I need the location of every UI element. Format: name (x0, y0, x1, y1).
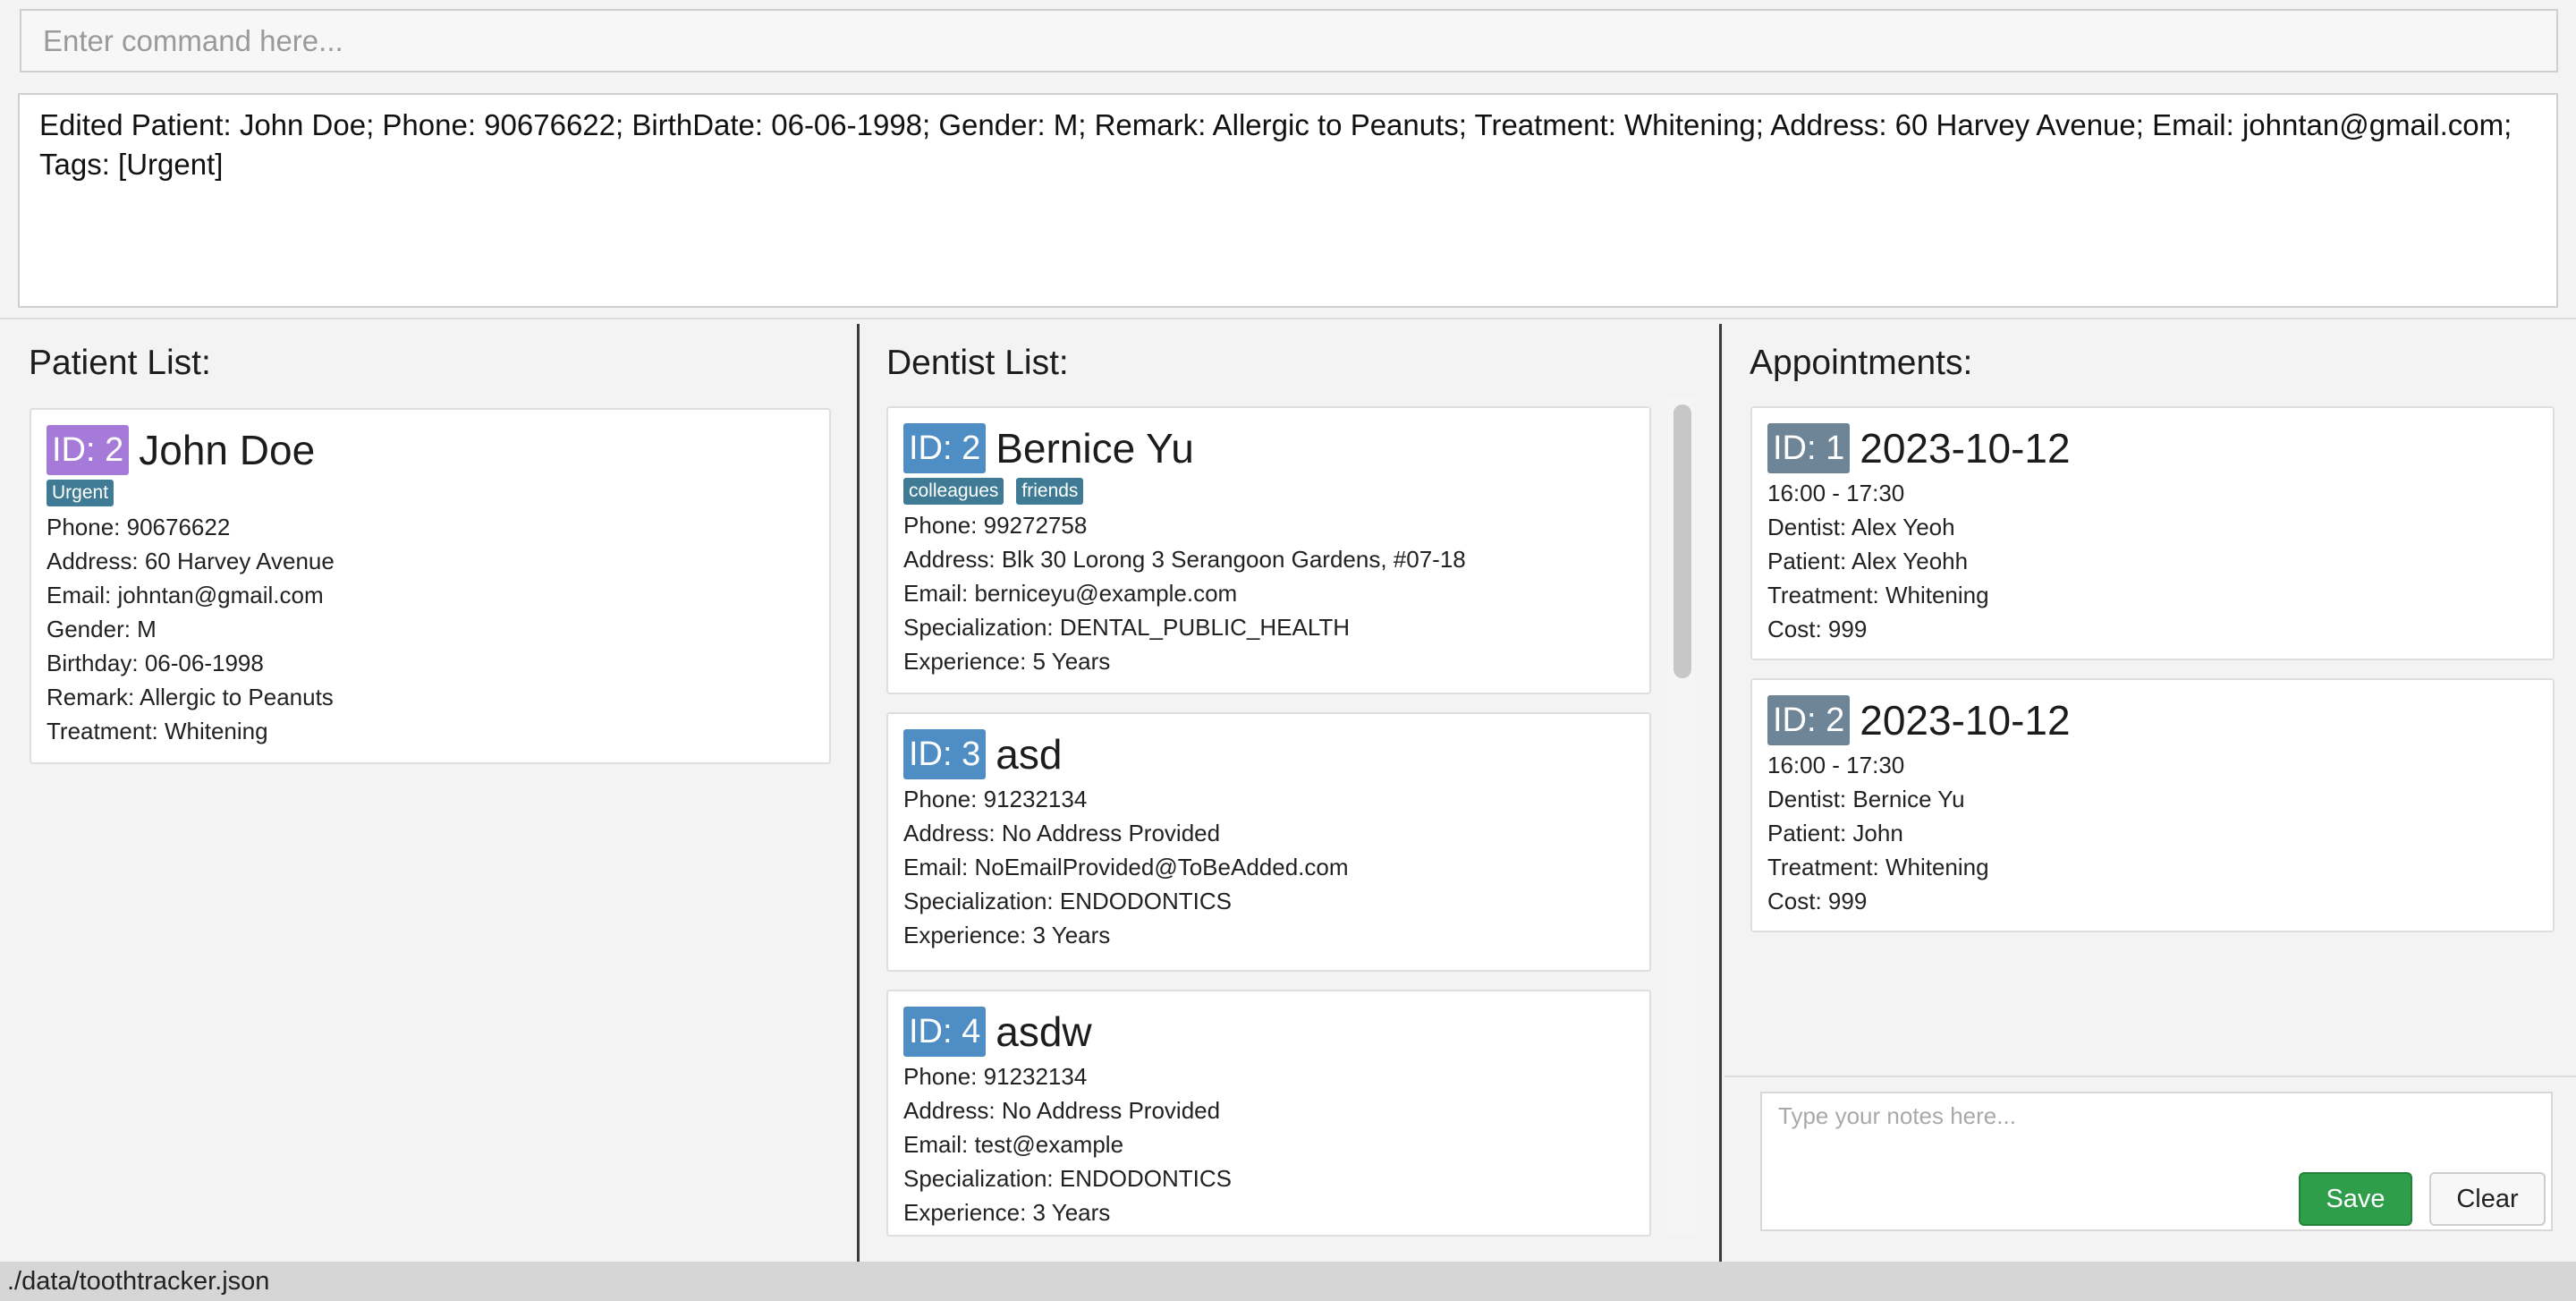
dentist-specialization: Specialization: ENDODONTICS (903, 888, 1232, 914)
status-bar: ./data/toothtracker.json (0, 1262, 2576, 1301)
dentist-address: Address: No Address Provided (903, 1097, 1221, 1124)
dentist-name: asdw (996, 1008, 1092, 1055)
dentist-id-badge: ID: 4 (903, 1007, 987, 1057)
dentist-email: Email: berniceyu@example.com (903, 580, 1238, 607)
dentist-id-badge: ID: 2 (903, 423, 987, 473)
appointment-treatment: Treatment: Whitening (1767, 582, 1989, 608)
appointment-treatment: Treatment: Whitening (1767, 854, 1989, 880)
dentist-card[interactable]: ID: 3 asd Phone: 91232134 Address: No Ad… (886, 712, 1651, 972)
command-input[interactable] (41, 11, 2556, 71)
dentist-name: Bernice Yu (996, 425, 1194, 472)
result-display: Edited Patient: John Doe; Phone: 9067662… (18, 93, 2558, 308)
appointment-patient: Patient: Alex Yeohh (1767, 548, 1969, 574)
appointment-cost: Cost: 999 (1767, 888, 1868, 914)
save-button[interactable]: Save (2299, 1172, 2412, 1226)
top-divider (0, 318, 2576, 319)
dentist-experience: Experience: 5 Years (903, 648, 1111, 675)
appointment-date: 2023-10-12 (1860, 697, 2071, 744)
appointment-time: 16:00 - 17:30 (1767, 752, 1905, 778)
dentist-phone: Phone: 99272758 (903, 512, 1088, 539)
appointment-patient: Patient: John (1767, 820, 1903, 846)
clear-button[interactable]: Clear (2429, 1172, 2546, 1226)
patient-email: Email: johntan@gmail.com (47, 582, 324, 608)
dentist-list-title: Dentist List: (886, 344, 1069, 382)
dentist-name: asd (996, 731, 1063, 778)
dentist-experience: Experience: 3 Years (903, 922, 1111, 948)
patient-card[interactable]: ID: 2 John Doe Urgent Phone: 90676622 Ad… (30, 408, 831, 764)
patient-tag: Urgent (47, 480, 114, 506)
dentist-tag: friends (1016, 478, 1084, 505)
patient-birthday: Birthday: 06-06-1998 (47, 650, 264, 676)
patient-name: John Doe (139, 427, 316, 473)
dentist-email: Email: test@example (903, 1131, 1124, 1158)
data-file-path: ./data/toothtracker.json (7, 1267, 270, 1296)
notes-divider (1724, 1076, 2576, 1077)
patient-id-badge: ID: 2 (47, 425, 130, 475)
appointment-time: 16:00 - 17:30 (1767, 480, 1905, 506)
appointment-dentist: Dentist: Bernice Yu (1767, 786, 1965, 812)
patient-gender: Gender: M (47, 616, 157, 642)
dentist-experience: Experience: 3 Years (903, 1199, 1111, 1226)
appointment-card[interactable]: ID: 2 2023-10-12 16:00 - 17:30 Dentist: … (1750, 678, 2555, 932)
panel-divider-left (857, 324, 860, 1262)
dentist-specialization: Specialization: ENDODONTICS (903, 1165, 1232, 1192)
panel-divider-right (1719, 324, 1722, 1262)
appointment-id-badge: ID: 1 (1767, 423, 1851, 473)
appointment-id-badge: ID: 2 (1767, 695, 1851, 745)
appointment-date: 2023-10-12 (1860, 425, 2071, 472)
appointment-cost: Cost: 999 (1767, 616, 1868, 642)
dentist-specialization: Specialization: DENTAL_PUBLIC_HEALTH (903, 614, 1351, 641)
dentist-list-scrollbar-thumb[interactable] (1674, 404, 1691, 678)
command-box[interactable] (20, 9, 2558, 72)
patient-address: Address: 60 Harvey Avenue (47, 548, 335, 574)
patient-list-title: Patient List: (29, 344, 211, 382)
dentist-id-badge: ID: 3 (903, 729, 987, 779)
appointment-dentist: Dentist: Alex Yeoh (1767, 514, 1955, 540)
dentist-card[interactable]: ID: 4 asdw Phone: 91232134 Address: No A… (886, 990, 1651, 1237)
dentist-phone: Phone: 91232134 (903, 1063, 1088, 1090)
dentist-email: Email: NoEmailProvided@ToBeAdded.com (903, 854, 1349, 880)
appointments-title: Appointments: (1750, 344, 1973, 382)
appointment-card[interactable]: ID: 1 2023-10-12 16:00 - 17:30 Dentist: … (1750, 406, 2555, 660)
patient-phone: Phone: 90676622 (47, 514, 231, 540)
dentist-phone: Phone: 91232134 (903, 786, 1088, 812)
dentist-address: Address: No Address Provided (903, 820, 1221, 846)
patient-remark: Remark: Allergic to Peanuts (47, 684, 334, 710)
patient-treatment: Treatment: Whitening (47, 718, 268, 744)
dentist-card[interactable]: ID: 2 Bernice Yu colleagues friends Phon… (886, 406, 1651, 694)
dentist-tag: colleagues (903, 478, 1004, 505)
dentist-address: Address: Blk 30 Lorong 3 Serangoon Garde… (903, 546, 1466, 573)
